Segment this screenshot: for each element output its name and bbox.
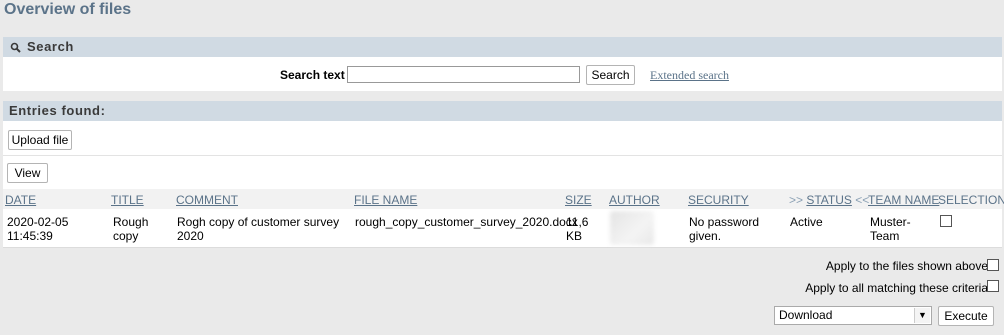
cell-date: 2020-02-05 11:45:39 (7, 215, 69, 243)
column-team-name[interactable]: TEAM NAME (868, 193, 939, 207)
action-select-value: Download (779, 308, 833, 322)
column-date[interactable]: DATE (5, 193, 36, 207)
apply-matching-label: Apply to all matching these criteria (805, 281, 988, 295)
search-section-header: Search (3, 37, 1002, 57)
apply-matching-checkbox[interactable] (987, 280, 999, 292)
search-text-label: Search text (280, 68, 345, 82)
cell-team-name: Muster- Team (870, 215, 911, 243)
action-select[interactable]: Download ▼ (774, 306, 932, 325)
cell-size: 11,6 KB (566, 215, 589, 243)
page-title: Overview of files (4, 1, 132, 18)
table-header: DATE TITLE COMMENT FILE NAME SIZE AUTHOR… (3, 189, 1004, 209)
search-icon (10, 42, 21, 53)
column-comment[interactable]: COMMENT (176, 193, 238, 207)
upload-panel: Upload file (3, 121, 1002, 156)
cell-security: No password given. (689, 215, 760, 243)
author-avatar (610, 211, 654, 245)
cell-comment: Rogh copy of customer survey 2020 (177, 215, 340, 243)
column-selection: SELECTION (938, 193, 1004, 207)
apply-shown-label: Apply to the files shown above (825, 259, 988, 273)
extended-search-link[interactable]: Extended search (650, 68, 729, 83)
search-input[interactable] (347, 66, 580, 83)
column-status[interactable]: STATUS (806, 193, 852, 207)
cell-file-name[interactable]: rough_copy_customer_survey_2020.docx (355, 215, 578, 229)
view-panel: View (3, 156, 1002, 189)
column-author[interactable]: AUTHOR (609, 193, 660, 207)
search-panel: Search text Search Extended search (3, 57, 1002, 91)
column-title[interactable]: TITLE (111, 193, 144, 207)
apply-shown-checkbox[interactable] (987, 259, 999, 271)
cell-title: Rough copy (113, 215, 149, 243)
column-file-name[interactable]: FILE NAME (354, 193, 417, 207)
column-status-wrapper: >> STATUS << (789, 193, 869, 207)
execute-button[interactable]: Execute (938, 306, 994, 326)
row-selection-checkbox[interactable] (940, 215, 952, 227)
column-security[interactable]: SECURITY (688, 193, 749, 207)
search-section-title: Search (27, 39, 74, 54)
cell-status: Active (790, 215, 823, 229)
status-prefix: >> (789, 193, 804, 207)
column-size[interactable]: SIZE (565, 193, 592, 207)
chevron-down-icon: ▼ (914, 308, 930, 323)
view-button[interactable]: View (7, 163, 48, 183)
entries-section-title: Entries found: (3, 101, 1002, 121)
search-button[interactable]: Search (586, 65, 635, 85)
upload-file-button[interactable]: Upload file (8, 130, 72, 150)
table-row: 2020-02-05 11:45:39 Rough copy Rogh copy… (3, 209, 1002, 248)
